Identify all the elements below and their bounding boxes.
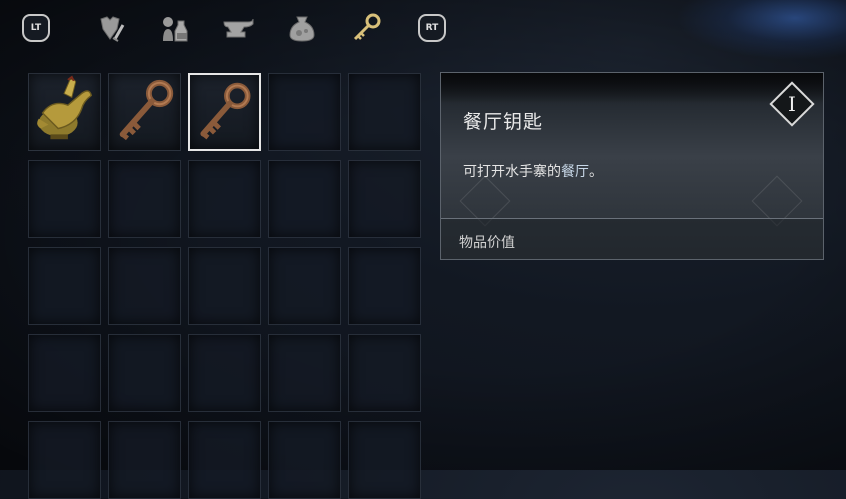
inventory-slot[interactable] xyxy=(188,334,261,412)
inventory-slot[interactable] xyxy=(268,421,341,499)
description-highlight: 餐厅 xyxy=(561,164,589,180)
panel-header xyxy=(441,73,823,103)
inventory-slot[interactable] xyxy=(28,160,101,238)
inventory-slot[interactable] xyxy=(108,421,181,499)
rt-trigger-label: RT xyxy=(418,14,446,42)
tab-crafting[interactable] xyxy=(218,8,258,48)
inventory-slot[interactable] xyxy=(28,334,101,412)
inventory-slot[interactable] xyxy=(108,247,181,325)
description-text: 可打开水手寨的 xyxy=(463,164,561,180)
item-title: 餐厅钥匙 xyxy=(463,111,544,133)
inventory-slot[interactable] xyxy=(28,247,101,325)
inventory-slot[interactable] xyxy=(268,160,341,238)
potions-icon xyxy=(163,17,188,42)
item-value-row: 物品价值 xyxy=(441,219,823,259)
background-glow xyxy=(676,0,846,60)
rt-trigger-button[interactable]: RT xyxy=(412,8,452,48)
inventory-slot-2[interactable] xyxy=(108,73,181,151)
inventory-slot[interactable] xyxy=(28,421,101,499)
inventory-slot[interactable] xyxy=(188,421,261,499)
inventory-slot-1[interactable] xyxy=(28,73,101,151)
tab-equipment[interactable] xyxy=(90,8,130,48)
inventory-slot[interactable] xyxy=(348,334,421,412)
inventory-slot[interactable] xyxy=(268,73,341,151)
inventory-slot[interactable] xyxy=(188,160,261,238)
tab-valuables[interactable] xyxy=(282,8,322,48)
pouch-icon xyxy=(289,16,315,42)
rank-badge: I xyxy=(769,81,815,127)
item-value-label: 物品价值 xyxy=(459,235,515,251)
inventory-slot[interactable] xyxy=(108,160,181,238)
armor-weapon-icon xyxy=(100,16,125,42)
inventory-slot[interactable] xyxy=(268,247,341,325)
inventory-slot[interactable] xyxy=(348,160,421,238)
inventory-slot[interactable] xyxy=(348,247,421,325)
inventory-slot[interactable] xyxy=(108,334,181,412)
item-detail-panel: 餐厅钥匙 I 可打开水手寨的餐厅。 物品价值 xyxy=(440,72,824,260)
inventory-slot[interactable] xyxy=(268,334,341,412)
golden-bird-statue-icon xyxy=(37,75,93,140)
key-icon xyxy=(353,13,381,41)
rank-numeral: I xyxy=(788,92,796,116)
description-end: 。 xyxy=(589,164,603,180)
category-tab-bar: LT RT xyxy=(16,8,464,48)
inventory-slot[interactable] xyxy=(188,247,261,325)
lt-trigger-label: LT xyxy=(22,14,50,42)
key-icon xyxy=(200,82,251,140)
tab-consumables[interactable] xyxy=(154,8,194,48)
anvil-icon xyxy=(223,18,254,38)
tab-keys[interactable] xyxy=(346,8,386,48)
inventory-grid xyxy=(28,73,421,499)
inventory-slot-3-selected[interactable] xyxy=(188,73,261,151)
inventory-slot[interactable] xyxy=(348,421,421,499)
inventory-slot[interactable] xyxy=(348,73,421,151)
lt-trigger-button[interactable]: LT xyxy=(16,8,56,48)
key-icon xyxy=(119,79,174,141)
